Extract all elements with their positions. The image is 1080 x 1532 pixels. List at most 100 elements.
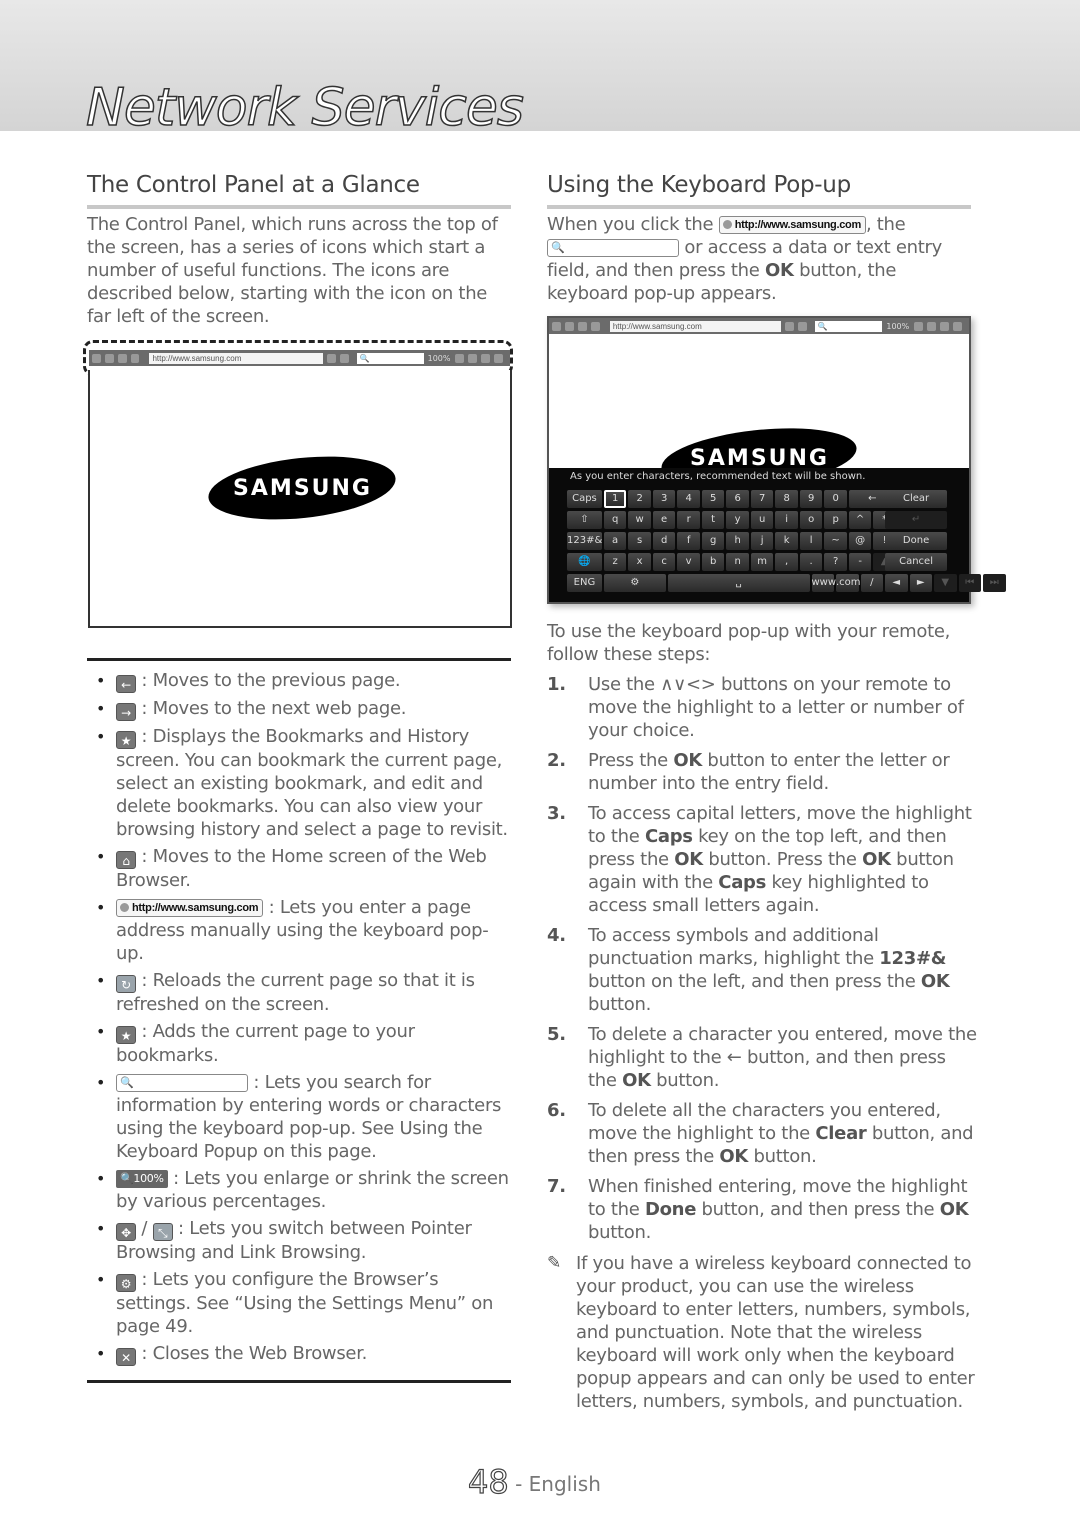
keyboard-key[interactable]: e	[652, 511, 676, 529]
keyboard-key[interactable]: w	[628, 511, 651, 529]
bookmarks-icon	[117, 353, 127, 363]
pointer-browsing-icon	[455, 353, 465, 363]
keyboard-key[interactable]: i	[775, 511, 798, 529]
keyboard-key[interactable]: 1	[603, 490, 627, 508]
settings-icon: ⚙	[116, 1274, 136, 1292]
keyboard-key[interactable]: 0	[824, 490, 847, 508]
link-browsing-icon	[927, 321, 937, 331]
keyboard-key[interactable]: .	[799, 553, 823, 571]
keyboard-key[interactable]: ⏭	[983, 574, 1006, 592]
control-panel-illustration: http://www.samsung.com 🔍 100% SAMSUNG	[83, 340, 513, 628]
step-text: Use the ∧∨<> buttons on your remote to m…	[588, 674, 964, 741]
keyboard-key[interactable]: g	[701, 532, 725, 550]
keyboard-hint: As you enter characters, recommended tex…	[570, 471, 866, 482]
keyboard-key[interactable]: n	[726, 553, 749, 571]
keyboard-key[interactable]: 8	[775, 490, 798, 508]
close-icon: ✕	[116, 1348, 136, 1366]
search-field: 🔍	[814, 320, 883, 332]
keyboard-popup-section: Using the Keyboard Pop-up When you click…	[547, 170, 971, 305]
keyboard-key[interactable]: 5	[701, 490, 725, 508]
keyboard-key[interactable]: 4	[677, 490, 700, 508]
bookmarks-icon: ★	[116, 731, 136, 749]
browser-toolbar: http://www.samsung.com 🔍 100%	[89, 350, 510, 366]
back-icon	[552, 321, 561, 331]
keyboard-key[interactable]: ENG	[567, 574, 602, 592]
keyboard-key[interactable]: k	[775, 532, 798, 550]
keyboard-key[interactable]: ,	[775, 553, 798, 571]
url-field-icon: http://www.samsung.com	[116, 899, 264, 917]
keyboard-key[interactable]: u	[750, 511, 774, 529]
link-browsing-icon	[468, 353, 478, 363]
footer-language: - English	[515, 1472, 601, 1496]
keyboard-key[interactable]: /	[860, 574, 883, 592]
keyboard-key[interactable]: @	[848, 532, 872, 550]
reload-icon	[326, 353, 336, 363]
keyboard-key[interactable]: Done	[885, 532, 947, 550]
step-text: To access symbols and additional punctua…	[588, 925, 950, 1015]
section-title: The Control Panel at a Glance	[87, 170, 511, 209]
keyboard-key[interactable]: x	[628, 553, 651, 571]
keyboard-key[interactable]: .com	[836, 574, 861, 592]
keyboard-key[interactable]: v	[677, 553, 700, 571]
search-field-icon: 🔍	[547, 239, 679, 257]
keyboard-key[interactable]: 7	[750, 490, 774, 508]
reload-icon: ↻	[116, 975, 136, 993]
keyboard-key[interactable]: s	[628, 532, 651, 550]
keyboard-key[interactable]: z	[603, 553, 627, 571]
keyboard-key[interactable]: j	[750, 532, 774, 550]
keyboard-key[interactable]: 9	[799, 490, 823, 508]
keyboard-key[interactable]: ⚙	[603, 574, 666, 592]
list-item: http://www.samsung.com : Lets you enter …	[87, 896, 511, 965]
keyboard-key[interactable]: 6	[726, 490, 749, 508]
keyboard-key[interactable]: 123#&	[567, 532, 602, 550]
keyboard-key[interactable]: ^	[848, 511, 872, 529]
keyboard-key[interactable]: b	[701, 553, 725, 571]
keyboard-key[interactable]: Clear	[885, 490, 947, 508]
keyboard-key[interactable]: m	[750, 553, 774, 571]
keyboard-key[interactable]: ↵	[885, 511, 947, 529]
keyboard-key[interactable]: l	[799, 532, 823, 550]
keyboard-key[interactable]: ?	[824, 553, 847, 571]
steps-intro: To use the keyboard pop-up with your rem…	[547, 621, 951, 665]
keyboard-key[interactable]: y	[726, 511, 749, 529]
url-field-icon: http://www.samsung.com	[718, 216, 866, 234]
list-item: 🔍 : Lets you search for information by e…	[87, 1071, 511, 1163]
keyboard-key[interactable]: ►	[909, 574, 932, 592]
keyboard-key[interactable]: ␣	[667, 574, 810, 592]
close-icon	[953, 321, 963, 331]
list-item: ← : Moves to the previous page.	[87, 669, 511, 693]
keyboard-key[interactable]: t	[701, 511, 725, 529]
step-text: To delete all the characters you entered…	[588, 1100, 974, 1167]
keyboard-popup-illustration: http://www.samsung.com 🔍 100% SAMSUNG As…	[547, 316, 1006, 604]
keyboard-key[interactable]: 3	[652, 490, 676, 508]
keyboard-key[interactable]: ▼	[934, 574, 957, 592]
search-field: 🔍	[356, 352, 424, 364]
keyboard-key[interactable]: h	[726, 532, 749, 550]
pointer-browsing-icon	[914, 321, 924, 331]
keyboard-key[interactable]: -	[848, 553, 872, 571]
keyboard-key[interactable]: a	[603, 532, 627, 550]
keyboard-key[interactable]: www.	[811, 574, 838, 592]
keyboard-key[interactable]: r	[677, 511, 700, 529]
keyboard-key[interactable]: q	[603, 511, 627, 529]
keyboard-key[interactable]: ~	[824, 532, 847, 550]
keyboard-key[interactable]: 🌐	[567, 553, 602, 571]
list-item: ⌂ : Moves to the Home screen of the Web …	[87, 845, 511, 892]
keyboard-key[interactable]: ⏮	[958, 574, 981, 592]
keyboard-key[interactable]: d	[652, 532, 676, 550]
add-bookmark-icon	[339, 353, 349, 363]
keyboard-panel: As you enter characters, recommended tex…	[549, 468, 1006, 602]
keyboard-key[interactable]: c	[652, 553, 676, 571]
keyboard-key[interactable]: o	[799, 511, 823, 529]
list-item: ✥ / ⤡ : Lets you switch between Pointer …	[87, 1217, 511, 1264]
home-icon	[130, 353, 140, 363]
keyboard-key[interactable]: ⇧	[567, 511, 602, 529]
url-field: http://www.samsung.com	[609, 320, 781, 332]
keyboard-key[interactable]: ◄	[885, 574, 908, 592]
keyboard-key[interactable]: Cancel	[885, 553, 947, 571]
keyboard-key[interactable]: 2	[628, 490, 651, 508]
keyboard-key[interactable]: f	[677, 532, 700, 550]
keyboard-key[interactable]: p	[824, 511, 847, 529]
step-text: To delete a character you entered, move …	[588, 1024, 977, 1091]
keyboard-key[interactable]: Caps	[567, 490, 602, 508]
